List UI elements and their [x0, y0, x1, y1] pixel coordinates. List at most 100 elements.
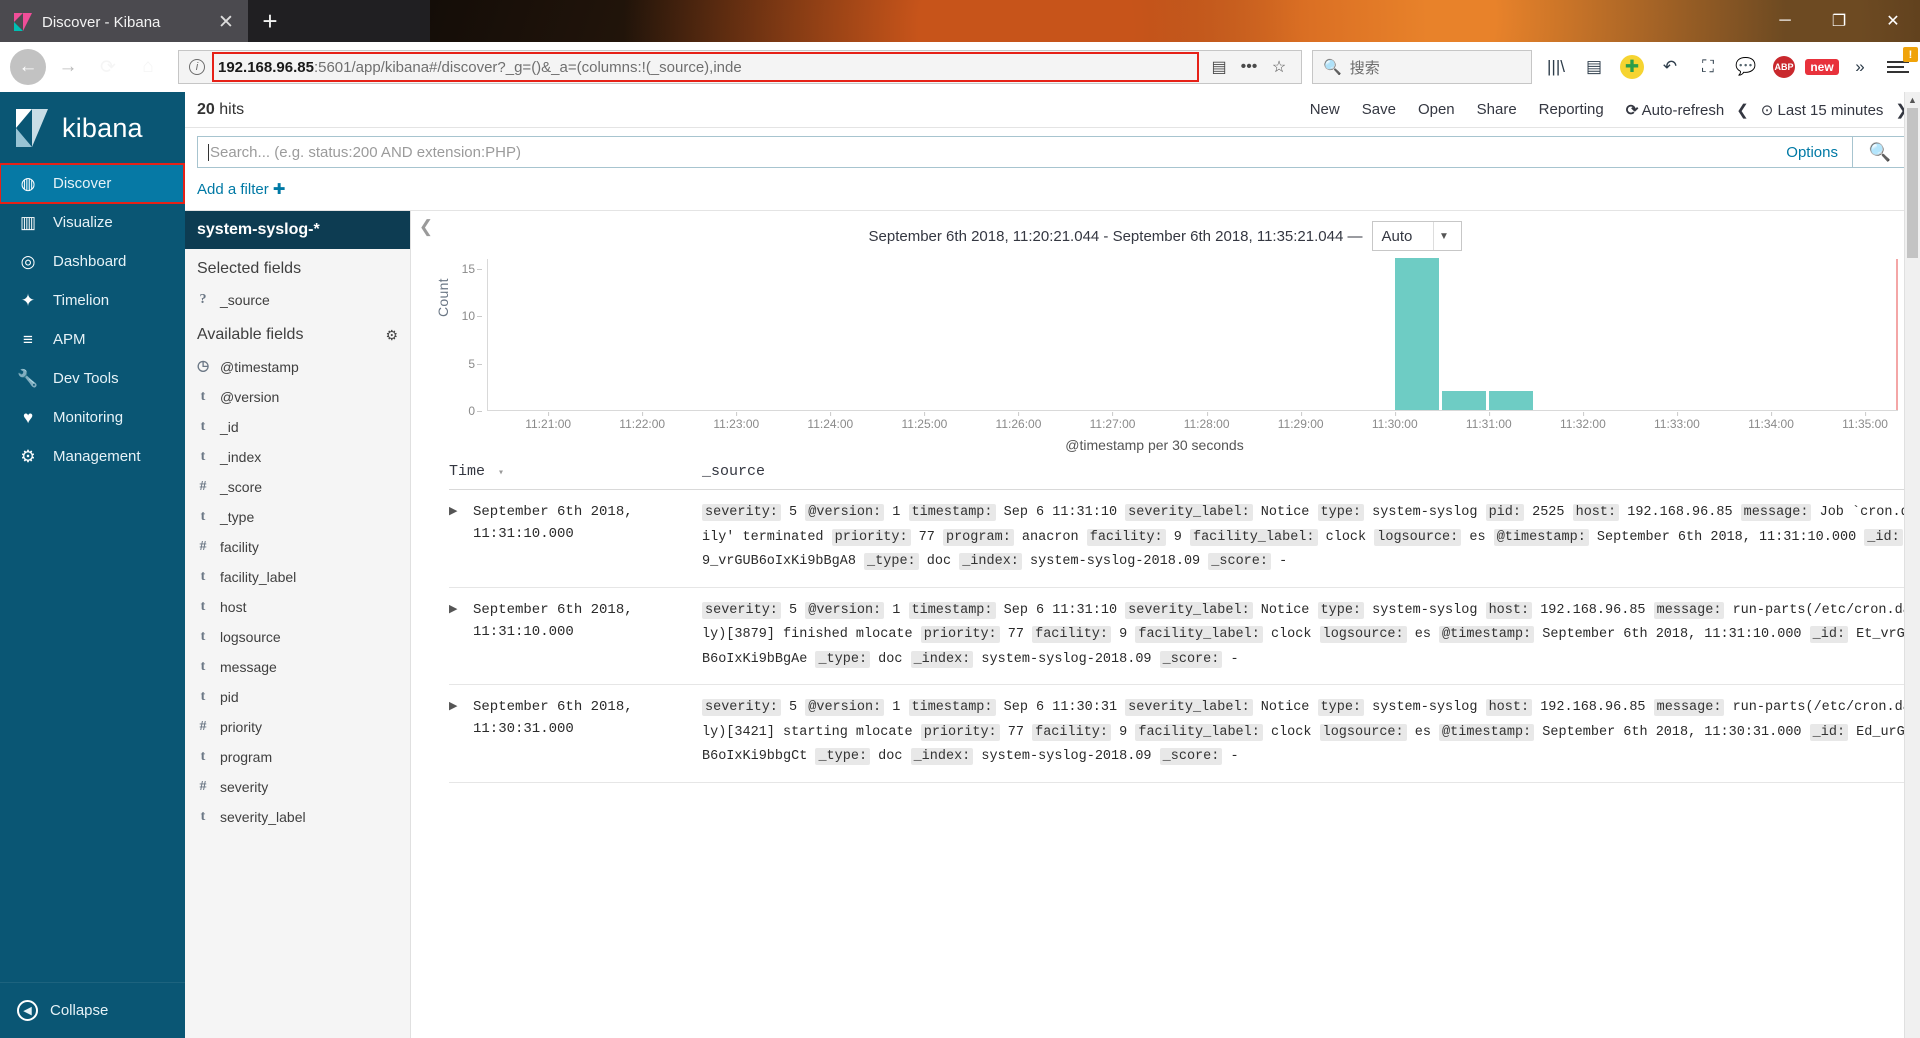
histogram-bar[interactable]: [1395, 258, 1439, 410]
crop-screenshot-icon[interactable]: ⛶: [1696, 55, 1720, 79]
doc-field-value: -: [1230, 651, 1239, 667]
undo-icon[interactable]: ↶: [1658, 55, 1682, 79]
field-settings-gear-icon[interactable]: ⚙: [385, 327, 398, 344]
collapse-sidebar-icon[interactable]: ❮: [416, 217, 436, 237]
topnav-save[interactable]: Save: [1362, 101, 1396, 118]
sidebar-item-monitoring[interactable]: ♥ Monitoring: [0, 398, 185, 437]
maximize-icon[interactable]: ❐: [1812, 0, 1866, 42]
available-field-type[interactable]: t _type: [185, 502, 410, 532]
expand-row-icon[interactable]: ▶: [449, 501, 473, 575]
index-pattern-selector[interactable]: system-syslog-*: [185, 211, 410, 249]
search-submit-icon: 🔍: [1868, 141, 1892, 162]
sidebar-toggle-icon[interactable]: ▤: [1582, 55, 1606, 79]
x-tick-11:29:00: 11:29:00: [1278, 412, 1324, 431]
interval-select[interactable]: Auto ▼: [1372, 221, 1463, 251]
add-filter-button[interactable]: Add a filter ✚: [197, 181, 285, 198]
x-tick-11:28:00: 11:28:00: [1184, 412, 1230, 431]
doc-field-value: -: [1230, 749, 1239, 764]
query-options-button[interactable]: Options: [1772, 136, 1852, 168]
topnav-reporting[interactable]: Reporting: [1539, 101, 1604, 118]
sidebar-item-dashboard[interactable]: ◎ Dashboard: [0, 242, 185, 281]
expand-row-icon[interactable]: ▶: [449, 696, 473, 770]
sort-descending-icon[interactable]: ▾: [498, 468, 504, 479]
topnav-new[interactable]: New: [1310, 101, 1340, 118]
available-field-score[interactable]: # _score: [185, 472, 410, 502]
sidebar-item-discover[interactable]: ◍ Discover: [0, 163, 185, 204]
browser-tab[interactable]: Discover - Kibana ✕: [0, 0, 248, 42]
available-field-severitylabel[interactable]: t severity_label: [185, 802, 410, 832]
forward-icon[interactable]: →: [50, 49, 86, 85]
time-range-button[interactable]: ⊙ Last 15 minutes: [1761, 101, 1884, 119]
topnav-share[interactable]: Share: [1477, 101, 1517, 118]
table-row[interactable]: ▶ September 6th 2018, 11:30:31.000 severit…: [449, 685, 1920, 783]
available-field-index[interactable]: t _index: [185, 442, 410, 472]
histogram-bar[interactable]: [1489, 391, 1533, 410]
back-icon[interactable]: ←: [10, 49, 46, 85]
scroll-up-icon[interactable]: ▲: [1905, 92, 1920, 108]
adblock-plus-icon[interactable]: ABP: [1772, 55, 1796, 79]
sidebar-item-dev-tools[interactable]: 🔧 Dev Tools: [0, 359, 185, 398]
doc-field-value: September 6th 2018, 11:30:31.000: [1542, 724, 1802, 740]
topnav-open[interactable]: Open: [1418, 101, 1455, 118]
home-icon[interactable]: ⌂: [130, 49, 166, 85]
available-field-id[interactable]: t _id: [185, 412, 410, 442]
sidebar-collapse-button[interactable]: ◀ Collapse: [0, 982, 185, 1038]
url-bar[interactable]: i 192.168.96.85 :5601/app/kibana#/discov…: [178, 50, 1302, 84]
reload-icon[interactable]: ⟳: [90, 49, 126, 85]
available-field-timestamp[interactable]: ◷ @timestamp: [185, 351, 410, 382]
minimize-icon[interactable]: ─: [1758, 0, 1812, 42]
sidebar-item-apm[interactable]: ≡ APM: [0, 320, 185, 359]
available-field-facility[interactable]: # facility: [185, 532, 410, 562]
close-tab-icon[interactable]: ✕: [214, 11, 238, 34]
expand-row-icon[interactable]: ▶: [449, 599, 473, 673]
app-menu-icon[interactable]: !: [1886, 47, 1918, 79]
available-field-message[interactable]: t message: [185, 652, 410, 682]
browser-search-box[interactable]: 🔍 搜索: [1312, 50, 1532, 84]
available-field-program[interactable]: t program: [185, 742, 410, 772]
query-input[interactable]: Search... (e.g. status:200 AND extension…: [197, 136, 1773, 168]
chat-bubble-icon[interactable]: 💬: [1734, 55, 1758, 79]
time-prev-icon[interactable]: ❮: [1736, 101, 1749, 119]
auto-refresh-button[interactable]: ⟳ Auto-refresh: [1626, 101, 1724, 119]
scrollbar-thumb[interactable]: [1907, 108, 1918, 258]
kibana-logo-icon: [16, 109, 48, 147]
doc-field-key: timestamp:: [908, 504, 996, 521]
table-header: Time ▾ _source: [449, 455, 1920, 490]
doc-field-value: 1: [892, 700, 901, 715]
query-submit-button[interactable]: 🔍: [1852, 136, 1908, 168]
library-icon[interactable]: |||\: [1544, 55, 1568, 79]
new-badge-icon[interactable]: new: [1805, 55, 1839, 79]
histogram-chart[interactable]: Count 0 5 10 15 11:21:00 11:22:00 11:23:00 11:…: [411, 255, 1920, 455]
available-field-host[interactable]: t host: [185, 592, 410, 622]
table-row[interactable]: ▶ September 6th 2018, 11:31:10.000 severit…: [449, 588, 1920, 685]
available-field-logsource[interactable]: t logsource: [185, 622, 410, 652]
doc-field-key: message:: [1653, 601, 1725, 619]
new-tab-button[interactable]: +: [248, 0, 292, 42]
sidebar-item-management[interactable]: ⚙ Management: [0, 437, 185, 476]
available-field-version[interactable]: t @version: [185, 382, 410, 412]
discover-icon: ◍: [20, 173, 36, 193]
histogram-bar[interactable]: [1442, 391, 1486, 410]
page-scrollbar[interactable]: ▲: [1904, 92, 1920, 1038]
more-actions-icon[interactable]: •••: [1235, 58, 1263, 76]
close-window-icon[interactable]: ✕: [1866, 0, 1920, 42]
column-header-source[interactable]: _source: [702, 463, 765, 480]
available-field-pid[interactable]: t pid: [185, 682, 410, 712]
field-type-icon: t: [200, 389, 206, 404]
site-info-icon[interactable]: i: [189, 59, 205, 75]
bookmark-star-icon[interactable]: ☆: [1265, 57, 1293, 77]
column-header-time[interactable]: Time ▾: [449, 463, 702, 480]
table-row[interactable]: ▶ September 6th 2018, 11:31:10.000 severit…: [449, 490, 1920, 588]
extension-plus-icon[interactable]: ✚: [1620, 55, 1644, 79]
doc-field-value: 77: [1007, 724, 1024, 740]
available-field-severity[interactable]: # severity: [185, 772, 410, 802]
qr-code-icon[interactable]: ▤: [1205, 57, 1233, 77]
url-text-highlight[interactable]: 192.168.96.85 :5601/app/kibana#/discover…: [212, 52, 1199, 82]
sidebar-item-visualize[interactable]: ▥ Visualize: [0, 203, 185, 242]
available-field-facilitylabel[interactable]: t facility_label: [185, 562, 410, 592]
available-field-priority[interactable]: # priority: [185, 712, 410, 742]
time-range-label: Last 15 minutes: [1777, 101, 1884, 119]
overflow-chevrons-icon[interactable]: »: [1848, 55, 1872, 79]
selected-field-source[interactable]: ? _source: [185, 285, 410, 315]
sidebar-item-timelion[interactable]: ✦ Timelion: [0, 281, 185, 320]
